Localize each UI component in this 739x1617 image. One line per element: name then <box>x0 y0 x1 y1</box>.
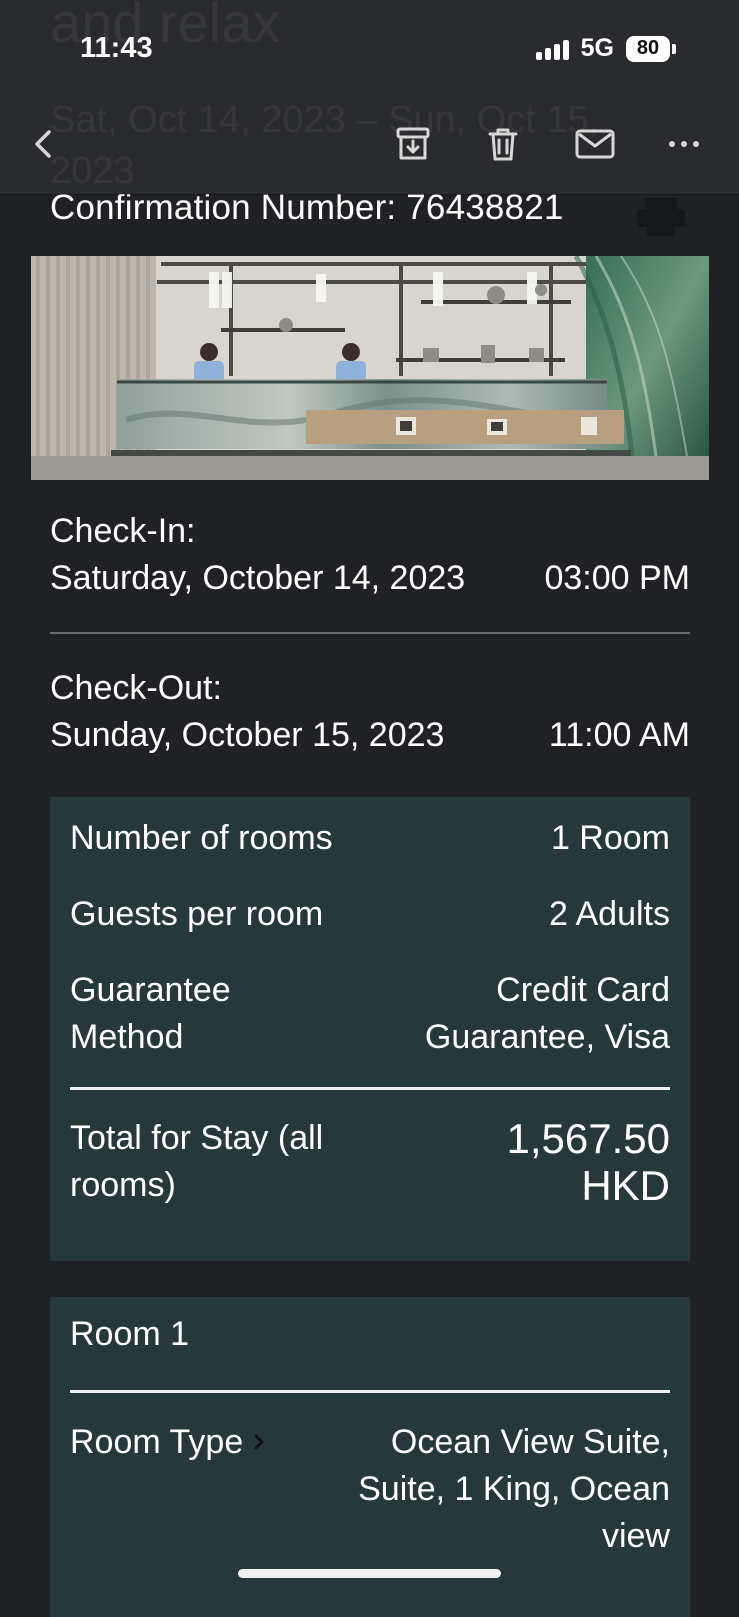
room-type-value: Ocean View Suite, Suite, 1 King, Ocean v… <box>358 1423 670 1555</box>
hotel-lobby-image <box>31 256 709 480</box>
room-title: Room 1 <box>70 1315 190 1353</box>
room-type-label: Room Type <box>70 1423 244 1461</box>
checkout-label: Check-Out: <box>50 669 222 707</box>
room-type-toggle[interactable]: Room Type <box>70 1419 267 1466</box>
checkout-row: Sunday, October 15, 2023 11:00 AM <box>50 716 690 755</box>
cellular-signal-icon <box>535 38 569 60</box>
checkout-time: 11:00 AM <box>548 716 690 755</box>
trash-icon <box>488 128 518 161</box>
more-button[interactable] <box>656 116 712 172</box>
status-indicators: 5G 80 <box>535 34 676 63</box>
status-bar: 11:43 5G 80 <box>0 0 739 96</box>
chevron-right-icon <box>251 1433 267 1451</box>
lobby-illustration <box>31 256 709 480</box>
checkin-row: Saturday, October 14, 2023 03:00 PM <box>50 559 690 598</box>
total-row: Total for Stay (all rooms) 1,567.50 HKD <box>70 1115 670 1209</box>
total-label: Total for Stay (all rooms) <box>70 1119 324 1204</box>
checkout-section: Check-Out: Sunday, October 15, 2023 11:0… <box>50 669 690 755</box>
guarantee-row: Guarantee Method Credit Card Guarantee, … <box>70 967 670 1061</box>
guarantee-label: Guarantee Method <box>70 971 231 1056</box>
delete-button[interactable] <box>475 116 531 172</box>
archive-button[interactable] <box>385 116 441 172</box>
rooms-row: Number of rooms 1 Room <box>70 815 670 862</box>
mark-unread-button[interactable] <box>567 116 623 172</box>
room-divider <box>70 1390 670 1393</box>
room-type-row[interactable]: Room Type Ocean View Suite, Suite, 1 Kin… <box>70 1419 670 1560</box>
battery-cap <box>672 43 676 54</box>
network-type: 5G <box>580 34 614 62</box>
guarantee-value: Credit Card Guarantee, Visa <box>424 971 670 1056</box>
chevron-left-icon <box>35 130 51 158</box>
email-content: Confirmation Number: 76438821 Check-In: … <box>0 188 739 1617</box>
checkout-date: Sunday, October 15, 2023 <box>50 716 445 755</box>
total-value: 1,567.50 HKD <box>506 1115 671 1210</box>
summary-divider <box>70 1087 670 1090</box>
more-horizontal-icon <box>669 141 699 147</box>
status-time: 11:43 <box>80 32 153 64</box>
printer-icon <box>637 198 685 236</box>
confirmation-number: Confirmation Number: 76438821 <box>50 188 564 227</box>
archive-icon <box>396 127 430 160</box>
rooms-label: Number of rooms <box>70 819 333 857</box>
email-toolbar <box>0 96 739 194</box>
stay-divider <box>50 632 690 634</box>
checkin-section: Check-In: Saturday, October 14, 2023 03:… <box>50 512 690 598</box>
checkin-label: Check-In: <box>50 512 196 550</box>
guests-row: Guests per room 2 Adults <box>70 891 670 938</box>
checkin-date: Saturday, October 14, 2023 <box>50 559 466 598</box>
battery-level: 80 <box>626 35 670 62</box>
reservation-summary-card: Number of rooms 1 Room Guests per room 2… <box>50 797 690 1261</box>
home-indicator[interactable] <box>238 1569 501 1578</box>
rooms-value: 1 Room <box>550 819 670 857</box>
guests-label: Guests per room <box>70 895 324 933</box>
battery-icon: 80 <box>626 35 676 62</box>
mail-icon <box>575 129 615 159</box>
guests-value: 2 Adults <box>549 895 670 933</box>
checkin-time: 03:00 PM <box>544 559 690 598</box>
back-button[interactable] <box>16 116 72 172</box>
